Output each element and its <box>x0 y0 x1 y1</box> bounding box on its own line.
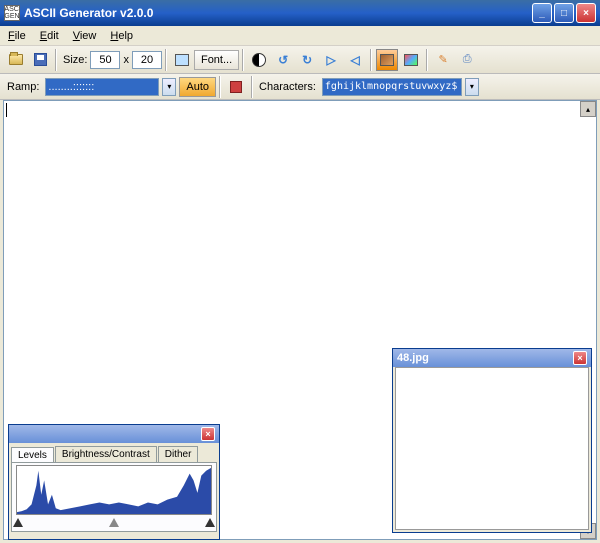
flip-h-button[interactable]: ▷ <box>320 49 342 71</box>
mode-color-button[interactable] <box>400 49 422 71</box>
save-icon <box>34 53 47 66</box>
levels-panel-close[interactable]: × <box>201 427 215 441</box>
levels-tab-body <box>11 462 217 532</box>
ramp-label: Ramp: <box>7 81 39 93</box>
minimize-button[interactable]: _ <box>532 3 552 23</box>
size-x: x <box>123 54 129 66</box>
text-cursor <box>6 103 7 117</box>
rotate-ccw-button[interactable]: ↺ <box>272 49 294 71</box>
mid-point-handle[interactable] <box>109 518 119 527</box>
characters-dropdown[interactable]: ▾ <box>465 78 479 96</box>
font-button[interactable]: Font... <box>194 50 239 70</box>
preview-button[interactable] <box>171 49 193 71</box>
rotate-cw-icon: ↻ <box>302 53 312 67</box>
menu-view[interactable]: View <box>73 30 97 42</box>
contrast-icon <box>252 53 266 67</box>
tab-levels[interactable]: Levels <box>11 447 54 463</box>
tab-dither[interactable]: Dither <box>158 446 199 462</box>
rectangle-icon <box>175 54 189 66</box>
export-button[interactable]: ✎ <box>432 49 454 71</box>
title-bar: ASC GEN ASCII Generator v2.0.0 _ □ × <box>0 0 600 26</box>
size-label: Size: <box>63 54 87 66</box>
white-point-handle[interactable] <box>205 518 215 527</box>
black-point-handle[interactable] <box>13 518 23 527</box>
square-filled-icon <box>380 54 394 66</box>
levels-slider[interactable] <box>16 518 212 528</box>
characters-label: Characters: <box>259 81 316 93</box>
levels-panel-titlebar[interactable]: × <box>9 425 219 443</box>
ramp-field[interactable]: ........::::::: <box>45 78 159 96</box>
export-icon: ✎ <box>439 53 448 66</box>
histogram <box>16 465 212 515</box>
print-button[interactable]: ⎙ <box>456 49 478 71</box>
stop-icon <box>230 81 242 93</box>
tab-brightness-contrast[interactable]: Brightness/Contrast <box>55 446 157 462</box>
rotate-ccw-icon: ↺ <box>278 53 288 67</box>
maximize-button[interactable]: □ <box>554 3 574 23</box>
square-color-icon <box>404 54 418 66</box>
menu-file[interactable]: File <box>8 30 26 42</box>
flip-v-button[interactable]: ◁ <box>344 49 366 71</box>
characters-field[interactable]: fghijklmnopqrstuvwxyz$ <box>322 78 462 96</box>
image-preview-body <box>395 367 589 530</box>
stop-button[interactable] <box>225 76 247 98</box>
menu-bar: File Edit View Help <box>0 26 600 46</box>
levels-panel[interactable]: × Levels Brightness/Contrast Dither <box>8 424 220 540</box>
rotate-cw-button[interactable]: ↻ <box>296 49 318 71</box>
scroll-up-button[interactable]: ▴ <box>580 101 596 117</box>
mode-text-button[interactable] <box>376 49 398 71</box>
folder-open-icon <box>9 54 23 65</box>
height-input[interactable] <box>132 51 162 69</box>
open-button[interactable] <box>5 49 27 71</box>
flip-h-icon: ▷ <box>327 53 336 67</box>
close-button[interactable]: × <box>576 3 596 23</box>
ramp-dropdown[interactable]: ▾ <box>162 78 176 96</box>
auto-button[interactable]: Auto <box>179 77 216 97</box>
flip-v-icon: ◁ <box>351 53 360 67</box>
print-icon: ⎙ <box>463 53 472 66</box>
image-panel-close[interactable]: × <box>573 351 587 365</box>
contrast-button[interactable] <box>248 49 270 71</box>
menu-edit[interactable]: Edit <box>40 30 59 42</box>
menu-help[interactable]: Help <box>110 30 133 42</box>
toolbar-main: Size: x Font... ↺ ↻ ▷ ◁ ✎ ⎙ <box>0 46 600 74</box>
app-icon: ASC GEN <box>4 5 20 21</box>
width-input[interactable] <box>90 51 120 69</box>
image-panel-title: 48.jpg <box>397 352 429 364</box>
save-button[interactable] <box>29 49 51 71</box>
levels-tabs: Levels Brightness/Contrast Dither <box>9 443 219 462</box>
toolbar-ramp: Ramp: ........::::::: ▾ Auto Characters:… <box>0 74 600 100</box>
image-panel-titlebar[interactable]: 48.jpg × <box>393 349 591 367</box>
image-preview-panel[interactable]: 48.jpg × <box>392 348 592 533</box>
window-title: ASCII Generator v2.0.0 <box>24 6 532 20</box>
